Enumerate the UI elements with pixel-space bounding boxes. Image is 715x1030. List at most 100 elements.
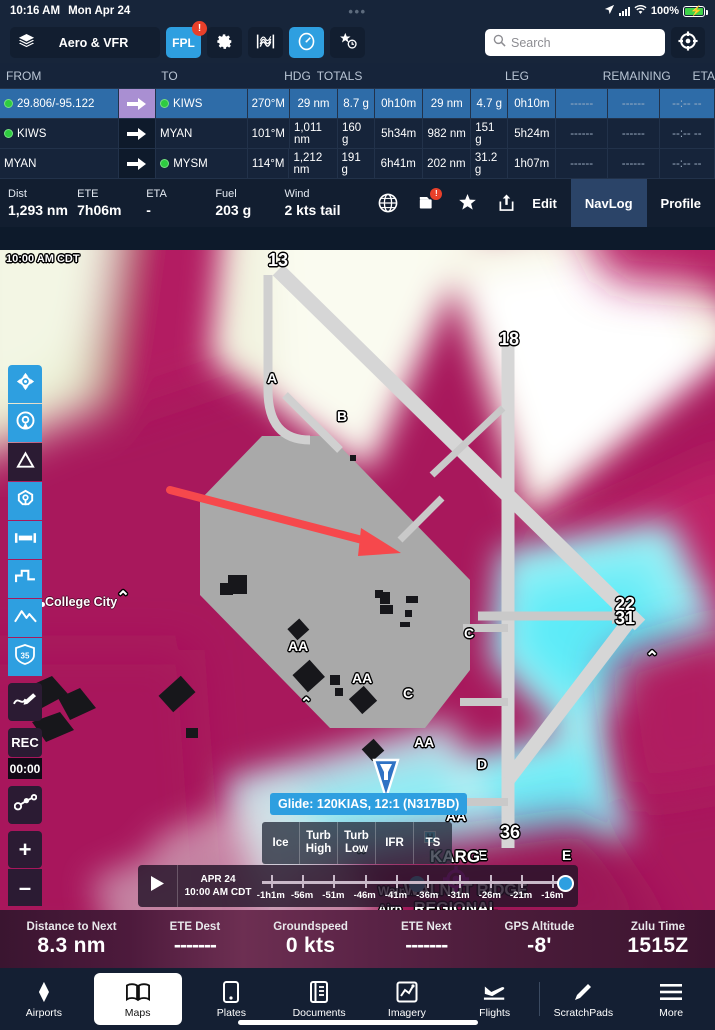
row-from: MYAN [0, 149, 119, 178]
annotation-arrow [166, 486, 401, 556]
draw-pen-icon [13, 691, 37, 714]
draw-pen-icon[interactable] [8, 683, 42, 721]
radar-station-icon[interactable] [8, 482, 42, 520]
col-remaining: REMAINING [602, 68, 671, 83]
direction-arrow-cell[interactable] [118, 119, 156, 148]
scrubber-track[interactable]: -1h1m -56m -51m -46m -41m -36m -31m -26m -21m -16… [257, 865, 578, 907]
navlog-row[interactable]: 29.806/-95.122 KIWS 270°M 29 nm 8.7 g 0h10m 29… [0, 89, 715, 119]
share-button[interactable] [498, 193, 518, 213]
record-button[interactable]: REC [8, 728, 42, 757]
wifi-icon [634, 4, 647, 18]
favorite-button[interactable] [458, 193, 478, 213]
map-layers-button[interactable]: Aero & VFR [10, 27, 160, 58]
weather-layer-buttons: Ice Turb High Turb Low IFR TS [262, 822, 452, 864]
data-field-groundspeed[interactable]: Groundspeed 0 kts [273, 921, 348, 958]
fpl-button[interactable]: FPL ! [166, 21, 207, 58]
tab-scratchpads[interactable]: ScratchPads [540, 973, 628, 1025]
row-hdg: 270°M [248, 89, 290, 118]
instruments-button[interactable] [289, 27, 324, 58]
data-field-gps-altitude[interactable]: GPS Altitude -8' [505, 921, 575, 958]
navlog-row[interactable]: MYAN MYSM 114°M 1,212 nm 191 g 6h41m 202 nm 31.… [0, 149, 715, 179]
tab-imagery[interactable]: Imagery [363, 973, 451, 1025]
profile-wave-icon[interactable] [8, 560, 42, 598]
tab-plates[interactable]: Plates [188, 973, 276, 1025]
ios-status-bar: 10:16 AM Mon Apr 24 ••• 100% ⚡ [0, 0, 715, 22]
data-field-zulu-time[interactable]: Zulu Time 1515Z [627, 921, 688, 958]
weather-radar-button[interactable] [248, 27, 283, 58]
taxiway-label-c-upper: C [464, 625, 475, 641]
favorites-button[interactable] [330, 27, 365, 58]
wx-layer-turb[interactable]: Turb High [300, 822, 338, 864]
runway-label-31: 31 [615, 608, 636, 628]
col-totals: TOTALS [316, 68, 363, 83]
edit-tab[interactable]: Edit [518, 179, 571, 227]
route-summary-bar: Dist 1,293 nm ETE 7h06m ETA - Fuel 203 g… [0, 179, 715, 227]
data-field-distance-to-next[interactable]: Distance to Next 8.3 nm [27, 921, 117, 958]
scrubber-tick-label: -26m [478, 890, 501, 901]
flight-data-bar: Distance to Next 8.3 nm ETE Dest ------- Gro… [0, 910, 715, 968]
center-target-icon[interactable] [8, 365, 42, 403]
map-canvas[interactable]: ⌃ ⌃ ⌃ ⌃ ⌃ 10:00 AM CDT College City 13 1… [0, 250, 715, 910]
wx-layer-ice[interactable]: Ice [262, 822, 300, 864]
wx-layer-ts[interactable]: TS [414, 822, 452, 864]
wx-layer-turb[interactable]: Turb Low [338, 822, 376, 864]
scrubber-tick-label: -41m [384, 890, 408, 901]
row-leg-fuel: 4.7 g [471, 89, 509, 118]
tab-more[interactable]: More [627, 973, 715, 1025]
direction-arrow-cell[interactable] [118, 89, 156, 118]
map-tools-panel: 35 REC 00:00 + – [8, 365, 42, 907]
data-field-label: Distance to Next [26, 920, 117, 933]
track-up-icon [15, 410, 36, 436]
terrain-icon[interactable] [8, 599, 42, 637]
runway-icon[interactable] [8, 521, 42, 559]
tab-documents[interactable]: Documents [275, 973, 363, 1025]
navlog-row[interactable]: KIWS MYAN 101°M 1,011 nm 160 g 5h34m 982 nm 151… [0, 119, 715, 149]
documents-icon [309, 980, 329, 1004]
zoom-in-button[interactable]: + [8, 831, 42, 868]
row-total-fuel: 160 g [338, 119, 376, 148]
data-field-ete-dest[interactable]: ETE Dest ------- [170, 921, 221, 958]
pencil-icon [572, 980, 594, 1004]
speed-limit-35-icon[interactable]: 35 [8, 638, 42, 676]
time-scrubber[interactable]: APR 24 10:00 AM CDT -1h1m -56m -51m -46m -41… [138, 865, 578, 907]
scrubber-tick [458, 875, 461, 888]
locate-me-button[interactable] [671, 27, 705, 58]
route-nodes-icon[interactable] [8, 786, 42, 824]
row-eta: --:-- -- [660, 89, 715, 118]
home-indicator [237, 1020, 478, 1025]
settings-button[interactable] [207, 27, 242, 58]
record-timer[interactable]: 00:00 [8, 758, 42, 779]
tab-maps[interactable]: Maps [93, 973, 182, 1025]
row-hdg: 114°M [248, 149, 290, 178]
to-text: MYSM [173, 157, 208, 170]
data-field-ete-next[interactable]: ETE Next ------- [401, 921, 452, 958]
direction-arrow-cell[interactable] [119, 149, 157, 178]
wx-label-line1: Turb [306, 830, 331, 843]
layers-label: Aero & VFR [58, 35, 129, 50]
hamburger-icon [660, 980, 683, 1004]
wx-label-line1: Turb [344, 830, 369, 843]
globe-button[interactable] [378, 193, 398, 213]
briefing-button[interactable]: ! [418, 188, 443, 213]
scrubber-tick-label: -56m [290, 890, 314, 901]
wx-layer-ifr[interactable]: IFR [376, 822, 414, 864]
summary-wind: Wind 2 kts tail [284, 188, 366, 218]
terrain-icon [13, 608, 37, 629]
zoom-out-button[interactable]: – [8, 869, 42, 906]
tab-label: More [659, 1006, 684, 1019]
tab-flights[interactable]: Flights [451, 973, 539, 1025]
row-remaining-1: ------ [556, 119, 609, 148]
traffic-triangle-icon[interactable] [8, 443, 42, 481]
waypoint-dot [4, 99, 13, 108]
tab-airports[interactable]: Airports [0, 973, 88, 1025]
profile-tab[interactable]: Profile [647, 179, 715, 227]
glide-banner[interactable]: Glide: 120KIAS, 12:1 (N317BD) [270, 793, 468, 815]
navlog-tab[interactable]: NavLog [570, 179, 647, 227]
play-button[interactable] [138, 865, 178, 907]
row-remaining-2: ------ [608, 89, 660, 118]
search-input[interactable]: Search [485, 29, 665, 56]
runway-icon [14, 531, 37, 549]
track-up-icon[interactable] [8, 404, 42, 442]
arrow-right-icon [127, 157, 147, 170]
scrubber-tick-label: -31m [447, 890, 470, 901]
